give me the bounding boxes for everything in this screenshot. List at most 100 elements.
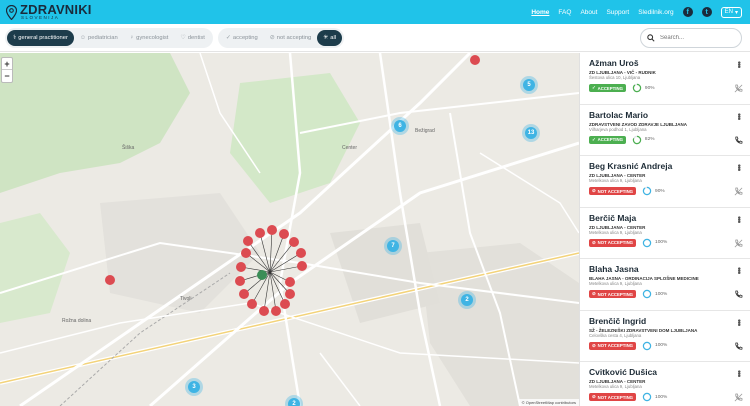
doctor-marker[interactable] (271, 306, 281, 316)
phone-icon[interactable] (734, 341, 743, 351)
doctor-address: Metelkova ulica 9, Ljubljana (589, 281, 642, 286)
doctor-card[interactable]: Brenčič Ingrid SŽ - ŽELEZNIŠKI ZDRAVSTVEN… (580, 311, 750, 362)
doctor-name: Bartolac Mario (589, 109, 649, 120)
load-percentage: 90% (644, 85, 655, 91)
filter-all[interactable]: ✳ all (317, 29, 343, 46)
cluster-marker[interactable]: 13 (525, 127, 537, 139)
cluster-marker[interactable]: 2 (461, 294, 473, 306)
nav-home[interactable]: Home (531, 9, 549, 16)
cluster-marker[interactable]: 3 (188, 381, 200, 393)
doctor-status-row: ✓ ACCEPTING 82% (589, 135, 750, 145)
more-options-icon[interactable]: ••• (734, 319, 744, 325)
doctor-marker[interactable] (289, 237, 299, 247)
filter-dentist[interactable]: ♡ dentist (174, 30, 210, 46)
doctor-marker[interactable] (296, 248, 306, 258)
doctor-marker[interactable] (267, 225, 277, 235)
load-ring (642, 341, 652, 350)
top-navigation: Home FAQ About Support Sledilnik.org f t… (531, 0, 742, 24)
more-options-icon[interactable]: ••• (734, 61, 744, 67)
language-select[interactable]: EN ▾ (720, 6, 742, 18)
more-options-icon[interactable]: ••• (734, 216, 744, 222)
doctor-marker[interactable] (285, 277, 295, 287)
doctor-marker[interactable] (247, 299, 257, 309)
doctor-marker[interactable] (259, 306, 269, 316)
doctor-marker[interactable] (239, 289, 249, 299)
status-badge: ⊘ NOT ACCEPTING (589, 187, 637, 195)
doctor-address: Celovška cesta 4, Ljubljana (589, 332, 642, 338)
nav-about[interactable]: About (580, 9, 597, 16)
nav-faq[interactable]: FAQ (558, 9, 571, 16)
more-options-icon[interactable]: ••• (734, 164, 744, 170)
filter-gynecologist[interactable]: ♀ gynecologist (124, 30, 175, 46)
doctor-address: Metelkova ulica 9, Ljubljana (589, 384, 642, 389)
doctor-status-row: ⊘ NOT ACCEPTING 100% (589, 289, 750, 299)
doctor-marker[interactable] (255, 228, 265, 238)
doctor-name: Ažman Uroš (589, 58, 639, 68)
phone-icon[interactable] (734, 290, 743, 299)
status-label: ACCEPTING (597, 85, 623, 91)
phone-icon[interactable] (734, 135, 743, 145)
search-box[interactable] (640, 28, 742, 48)
doctor-name: Blaha Jasna (589, 264, 639, 274)
zoom-out-button[interactable]: − (2, 70, 12, 82)
doctor-name: Brenčič Ingrid (589, 315, 647, 326)
doctor-card[interactable]: Ažman Uroš ZD LJUBLJANA - VIČ - RUDNIK Šes… (580, 53, 750, 105)
nav-support[interactable]: Support (606, 9, 629, 16)
status-label: NOT ACCEPTING (597, 291, 634, 297)
load-percentage: 100% (655, 240, 668, 245)
phone-off-icon[interactable] (734, 187, 743, 196)
doctor-marker[interactable] (241, 248, 251, 258)
doctor-marker[interactable] (236, 262, 246, 272)
doctor-card[interactable]: Cvitković Dušica ZD LJUBLJANA - CENTER Met… (580, 362, 750, 406)
twitter-icon[interactable]: t (701, 7, 712, 17)
doctor-marker[interactable] (470, 55, 480, 65)
filter-accepting[interactable]: ✓ accepting (220, 30, 264, 46)
brand-subtitle: SLOVENIJA (21, 15, 60, 21)
logo[interactable]: ZDRAVNIKI SLOVENIJA (6, 0, 92, 24)
doctor-card[interactable]: Berčič Maja ZD LJUBLJANA - CENTER Metelkov… (580, 208, 750, 259)
filter-pediatrician[interactable]: ☺ pediatrician (74, 30, 124, 46)
cluster-marker[interactable]: 7 (387, 240, 399, 252)
doctor-marker[interactable] (279, 229, 289, 239)
phone-off-icon[interactable] (734, 238, 743, 248)
map-attribution[interactable]: © OpenStreetMap contributors (518, 399, 579, 406)
filter-general-practitioner[interactable]: ⚕ general practitioner (7, 29, 74, 46)
cluster-marker[interactable]: 6 (394, 120, 406, 132)
status-badge: ✓ ACCEPTING (589, 135, 626, 144)
block-icon: ⊘ (592, 239, 596, 245)
more-options-icon[interactable]: ••• (734, 267, 744, 273)
doctor-marker[interactable] (243, 236, 253, 246)
cluster-marker[interactable]: 2 (288, 398, 300, 406)
child-icon: ☺ (79, 34, 87, 41)
doctor-marker[interactable] (105, 275, 115, 285)
status-badge: ✓ ACCEPTING (589, 84, 626, 92)
doctor-marker[interactable] (285, 289, 295, 299)
load-percentage: 100% (655, 343, 668, 348)
doctor-card[interactable]: Beg Krasnić Andreja ZD LJUBLJANA - CENTER… (580, 156, 750, 208)
map[interactable]: Šiška Rožna dolina Bežigrad Center Tivol… (0, 53, 579, 406)
doctor-marker[interactable] (297, 261, 307, 271)
phone-off-icon[interactable] (734, 393, 743, 402)
doctor-status-row: ⊘ NOT ACCEPTING 100% (589, 392, 750, 402)
more-options-icon[interactable]: ••• (734, 113, 744, 119)
load-percentage: 100% (655, 291, 668, 297)
doctor-marker[interactable] (280, 299, 290, 309)
doctor-marker-accepting[interactable] (257, 270, 267, 280)
facebook-icon[interactable]: f (682, 7, 693, 17)
more-options-icon[interactable]: ••• (734, 370, 744, 376)
nav-sledilnik[interactable]: Sledilnik.org (638, 9, 673, 16)
status-label: NOT ACCEPTING (597, 240, 634, 245)
female-icon: ♀ (129, 34, 135, 41)
filter-not-accepting[interactable]: ⊘ not accepting (264, 30, 318, 46)
doctor-card[interactable]: Blaha Jasna BLAHA JASNA - ORDINACIJA SPLO… (580, 259, 750, 311)
doctor-status-row: ✓ ACCEPTING 90% (589, 83, 750, 93)
search-input[interactable] (660, 35, 740, 41)
zoom-in-button[interactable]: + (2, 58, 12, 70)
map-tiles (0, 53, 579, 406)
doctor-card[interactable]: Bartolac Mario ZDRAVSTVENI ZAVOD ZDRAVJE … (580, 105, 750, 156)
phone-off-icon[interactable] (734, 84, 743, 93)
chevron-down-icon: ▾ (734, 9, 738, 16)
doctor-marker[interactable] (235, 276, 245, 286)
doctor-name: Beg Krasnić Andreja (589, 161, 673, 171)
cluster-marker[interactable]: 5 (523, 79, 535, 91)
